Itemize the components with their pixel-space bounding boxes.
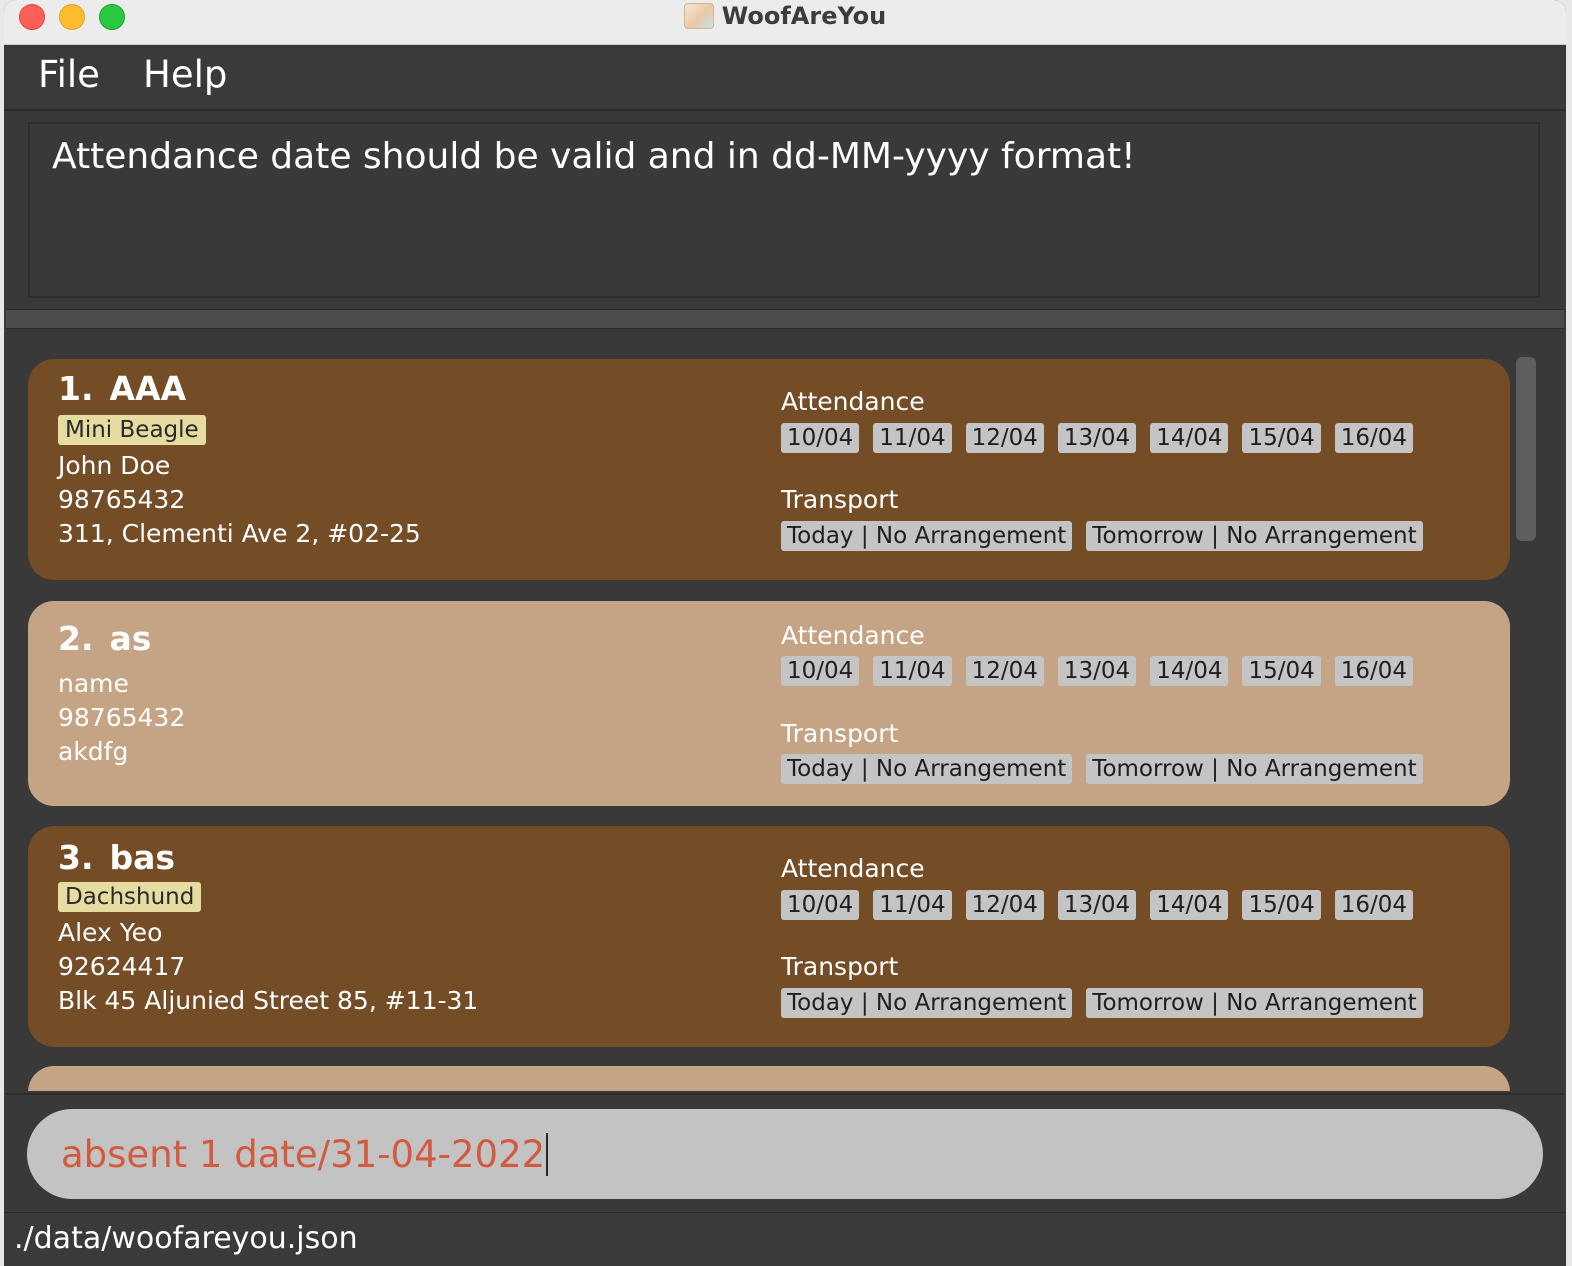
pet-name: bas [109,838,176,877]
attendance-date-chip: 11/04 [873,890,952,920]
attendance-date-chip: 15/04 [1242,423,1321,453]
app-window: WoofAreYou File Help Attendance date sho… [4,0,1566,1266]
address: Blk 45 Aljunied Street 85, #11-31 [58,986,479,1015]
transport-chip: Tomorrow | No Arrangement [1086,754,1423,784]
attendance-dates: 10/04 11/04 12/04 13/04 14/04 15/04 16/0… [781,656,1414,686]
attendance-date-chip: 14/04 [1150,890,1229,920]
attendance-date-chip: 14/04 [1150,423,1229,453]
transport-chip: Today | No Arrangement [781,521,1073,551]
menu-help[interactable]: Help [143,53,227,96]
owner-name: John Doe [58,451,171,480]
attendance-date-chip: 10/04 [781,423,860,453]
pet-card-header: 1. AAA [58,369,186,408]
attendance-label: Attendance [781,387,925,416]
transport-arrangements: Today | No Arrangement Tomorrow | No Arr… [781,521,1423,551]
pet-name: AAA [109,369,187,408]
attendance-date-chip: 12/04 [965,423,1044,453]
phone-number: 92624417 [58,952,186,981]
phone-number: 98765432 [58,703,186,732]
address: 311, Clementi Ave 2, #02-25 [58,519,421,548]
pet-index: 1. [58,369,94,408]
pet-card[interactable]: 3. bas Dachshund Alex Yeo 92624417 Blk 45… [28,826,1510,1047]
pet-card-header: 2. as [58,619,151,658]
data-file-path: ./data/woofareyou.json [14,1221,358,1256]
attendance-date-chip: 15/04 [1242,890,1321,920]
transport-chip: Today | No Arrangement [781,988,1073,1018]
transport-chip: Tomorrow | No Arrangement [1086,988,1423,1018]
pet-card-header: 3. bas [58,838,175,877]
attendance-date-chip: 13/04 [1057,656,1137,686]
attendance-date-chip: 11/04 [873,423,952,453]
command-area: absent 1 date/31-04-2022 [6,1093,1564,1211]
menu-file[interactable]: File [38,53,100,96]
menu-bar: File Help [4,45,1566,111]
attendance-dates: 10/04 11/04 12/04 13/04 14/04 15/04 16/0… [781,890,1414,920]
pet-index: 2. [58,619,94,658]
status-bar: ./data/woofareyou.json [4,1212,1566,1266]
attendance-date-chip: 10/04 [781,890,860,920]
address: akdfg [58,737,129,766]
pet-list: 1. AAA Mini Beagle John Doe 98765432 311,… [6,329,1564,1091]
transport-label: Transport [781,952,899,981]
title-bar: WoofAreYou [4,0,1566,45]
phone-number: 98765432 [58,485,186,514]
attendance-date-chip: 16/04 [1334,890,1414,920]
attendance-date-chip: 15/04 [1242,656,1321,686]
transport-arrangements: Today | No Arrangement Tomorrow | No Arr… [781,988,1423,1018]
attendance-date-chip: 12/04 [965,656,1044,686]
attendance-date-chip: 11/04 [873,656,952,686]
result-display-panel: Attendance date should be valid and in d… [6,111,1564,309]
list-scrollbar[interactable] [1516,357,1536,541]
attendance-date-chip: 16/04 [1334,423,1414,453]
transport-chip: Today | No Arrangement [781,754,1073,784]
result-display-box[interactable]: Attendance date should be valid and in d… [28,122,1540,298]
result-message: Attendance date should be valid and in d… [52,136,1136,177]
pet-card-partial[interactable] [28,1066,1510,1091]
breed-tag: Dachshund [58,882,202,912]
attendance-label: Attendance [781,621,925,650]
attendance-dates: 10/04 11/04 12/04 13/04 14/04 15/04 16/0… [781,423,1414,453]
attendance-label: Attendance [781,854,925,883]
owner-name: name [58,669,129,698]
transport-arrangements: Today | No Arrangement Tomorrow | No Arr… [781,754,1423,784]
command-input[interactable]: absent 1 date/31-04-2022 [27,1109,1543,1199]
attendance-date-chip: 14/04 [1150,656,1229,686]
pet-index: 3. [58,838,94,877]
transport-chip: Tomorrow | No Arrangement [1086,521,1423,551]
command-input-text: absent 1 date/31-04-2022 [61,1132,549,1176]
attendance-date-chip: 12/04 [965,890,1044,920]
window-title: WoofAreYou [721,2,887,30]
panel-divider[interactable] [6,309,1564,329]
pet-card[interactable]: 2. as name 98765432 akdfg Attendance 10/0… [28,601,1510,806]
attendance-date-chip: 16/04 [1334,656,1414,686]
breed-tag: Mini Beagle [58,415,206,445]
pet-card[interactable]: 1. AAA Mini Beagle John Doe 98765432 311,… [28,359,1510,580]
attendance-date-chip: 13/04 [1057,890,1137,920]
title-group: WoofAreYou [4,0,1566,32]
transport-label: Transport [781,485,899,514]
app-logo-icon [683,3,714,29]
pet-name: as [109,619,152,658]
transport-label: Transport [781,719,899,748]
owner-name: Alex Yeo [58,918,163,947]
attendance-date-chip: 13/04 [1057,423,1137,453]
attendance-date-chip: 10/04 [781,656,860,686]
